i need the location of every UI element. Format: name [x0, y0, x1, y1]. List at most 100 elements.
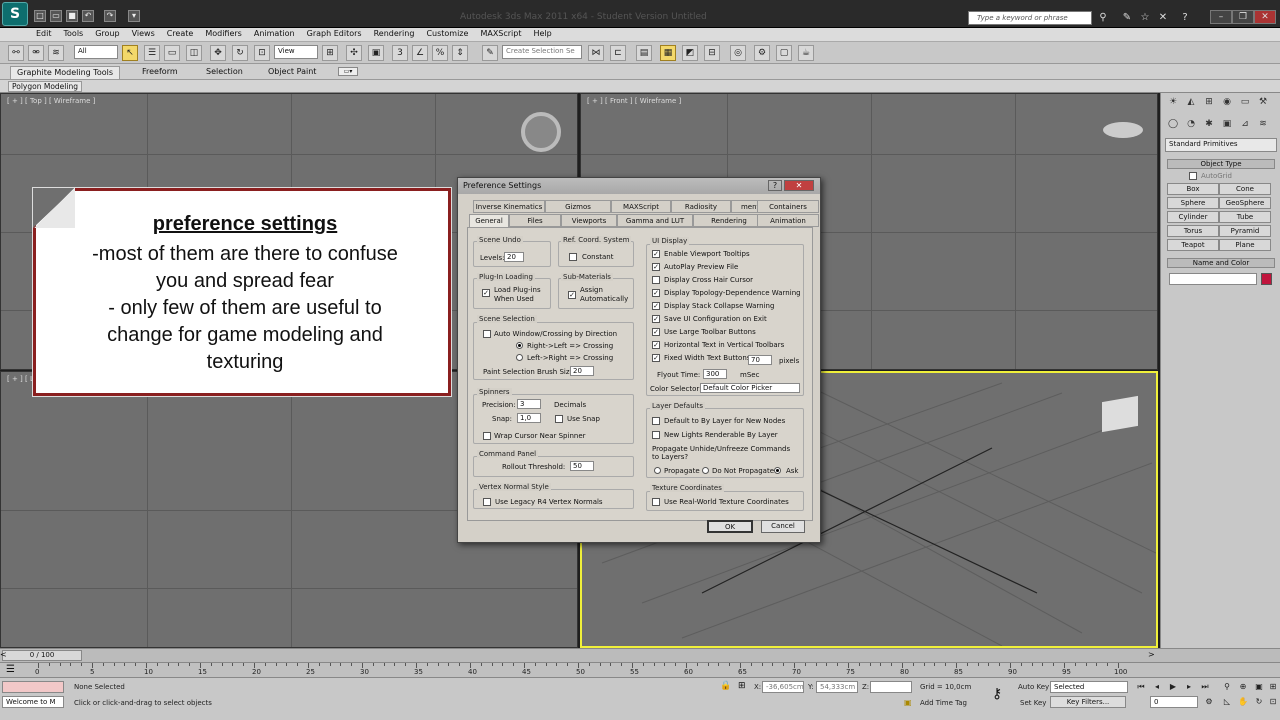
curve-editor-icon[interactable]: ◩	[682, 45, 698, 61]
reference-coord-dropdown[interactable]: View	[274, 45, 318, 59]
select-manipulate-icon[interactable]: ✣	[346, 45, 362, 61]
z-coordinate-field[interactable]	[870, 681, 912, 693]
ui-display-option[interactable]: ✓ Save UI Configuration on Exit	[652, 314, 802, 327]
menu-views[interactable]: Views	[126, 28, 161, 41]
scale-icon[interactable]: ⊡	[254, 45, 270, 61]
time-config-icon[interactable]: ⚙	[1202, 696, 1216, 708]
real-world-checkbox[interactable]	[652, 498, 660, 506]
ui-display-option[interactable]: ✓ AutoPlay Preview File	[652, 262, 802, 275]
tab-files[interactable]: Files	[509, 214, 561, 227]
redo-icon[interactable]: ↷	[104, 10, 116, 22]
viewport-top-label[interactable]: [ + ] [ Top ] [ Wireframe ]	[7, 97, 95, 105]
ui-display-checkbox[interactable]: ✓	[652, 328, 660, 336]
set-key-button[interactable]: Set Key	[1020, 699, 1046, 707]
pyramid-button[interactable]: Pyramid	[1219, 225, 1271, 237]
key-mode-dropdown[interactable]: Selected	[1050, 681, 1128, 693]
ui-display-checkbox[interactable]: ✓	[652, 341, 660, 349]
time-tag-icon[interactable]: ▣	[904, 698, 912, 707]
use-snap-checkbox[interactable]	[555, 415, 563, 423]
ui-display-checkbox[interactable]: ✓	[652, 315, 660, 323]
ui-display-option[interactable]: ✓ Horizontal Text in Vertical Toolbars	[652, 340, 802, 353]
open-file-icon[interactable]: ▭	[50, 10, 62, 22]
menu-create[interactable]: Create	[161, 28, 200, 41]
graphite-toggle-icon[interactable]: ▦	[660, 45, 676, 61]
primitive-type-dropdown[interactable]: Standard Primitives	[1165, 138, 1277, 152]
flyout-time-spinner[interactable]: 300	[703, 369, 727, 379]
absolute-mode-icon[interactable]: ⊞	[738, 681, 746, 691]
tab-radiosity[interactable]: Radiosity	[671, 200, 731, 213]
lights-icon[interactable]: ✱	[1201, 117, 1217, 131]
autogrid-checkbox[interactable]	[1189, 172, 1197, 180]
ok-button[interactable]: OK	[707, 520, 753, 533]
create-panel-icon[interactable]: ☀	[1165, 95, 1181, 109]
viewcube-perspective-icon[interactable]	[1102, 395, 1138, 433]
new-file-icon[interactable]: □	[34, 10, 46, 22]
tab-gamma-and-lut[interactable]: Gamma and LUT	[617, 214, 693, 227]
tab-gizmos[interactable]: Gizmos	[545, 200, 611, 213]
menu-animation[interactable]: Animation	[248, 28, 301, 41]
current-frame-field[interactable]: 0	[1150, 696, 1198, 708]
help-icon[interactable]: ?	[1178, 11, 1192, 25]
menu-edit[interactable]: Edit	[30, 28, 58, 41]
cancel-button[interactable]: Cancel	[761, 520, 805, 533]
go-to-start-icon[interactable]: ⏮	[1134, 681, 1148, 693]
tab-graphite-modeling-tools[interactable]: Graphite Modeling Tools	[10, 66, 121, 79]
previous-frame-icon[interactable]: ◂	[1150, 681, 1164, 693]
assign-automatically-checkbox[interactable]: ✓	[568, 291, 576, 299]
tab-selection[interactable]: Selection	[200, 66, 249, 79]
menu-graph-editors[interactable]: Graph Editors	[301, 28, 368, 41]
geometry-icon[interactable]: ◯	[1165, 117, 1181, 131]
render-icon[interactable]: ☕	[798, 45, 814, 61]
select-object-icon[interactable]: ↖	[122, 45, 138, 61]
menu-customize[interactable]: Customize	[420, 28, 474, 41]
schematic-view-icon[interactable]: ⊟	[704, 45, 720, 61]
viewcube-front-icon[interactable]	[1103, 122, 1143, 138]
zoom-extents-all-icon[interactable]: ⊞	[1266, 681, 1280, 693]
close-button[interactable]: ✕	[1254, 10, 1276, 24]
layer-manager-icon[interactable]: ▤	[636, 45, 652, 61]
menu-maxscript[interactable]: MAXScript	[474, 28, 527, 41]
ask-radio[interactable]	[774, 467, 781, 474]
pivot-center-icon[interactable]: ⊞	[322, 45, 338, 61]
time-slider[interactable]: 0 / 100 < >	[0, 648, 1280, 662]
orbit-icon[interactable]: ↻	[1252, 696, 1266, 708]
spinner-snap-icon[interactable]: ⇕	[452, 45, 468, 61]
prev-frame-icon[interactable]: <	[0, 650, 7, 659]
dialog-close-button[interactable]: ✕	[784, 180, 814, 191]
lock-selection-icon[interactable]: 🔒	[720, 681, 731, 691]
time-slider-thumb[interactable]: 0 / 100	[2, 650, 82, 661]
menu-help[interactable]: Help	[528, 28, 558, 41]
bind-space-warp-icon[interactable]: ≋	[48, 45, 64, 61]
modify-panel-icon[interactable]: ◭	[1183, 95, 1199, 109]
maxscript-listener-mini[interactable]	[2, 681, 64, 693]
restore-button[interactable]: ❐	[1232, 10, 1254, 24]
rollout-threshold-spinner[interactable]: 50	[570, 461, 594, 471]
tab-inverse-kinematics[interactable]: Inverse Kinematics	[473, 200, 545, 213]
selection-filter-dropdown[interactable]: All	[74, 45, 118, 59]
constant-checkbox[interactable]	[569, 253, 577, 261]
render-setup-icon[interactable]: ⚙	[754, 45, 770, 61]
menu-modifiers[interactable]: Modifiers	[199, 28, 248, 41]
align-icon[interactable]: ⊏	[610, 45, 626, 61]
project-icon[interactable]: ▾	[128, 10, 140, 22]
communication-center-icon[interactable]: ✎	[1120, 11, 1134, 25]
y-coordinate-field[interactable]: 54,333cm	[816, 681, 858, 693]
save-icon[interactable]: ■	[66, 10, 78, 22]
precision-spinner[interactable]: 3	[517, 399, 541, 409]
new-lights-checkbox[interactable]	[652, 431, 660, 439]
auto-key-button[interactable]: Auto Key	[1018, 683, 1049, 691]
ui-display-checkbox[interactable]: ✓	[652, 250, 660, 258]
cameras-icon[interactable]: ▣	[1219, 117, 1235, 131]
left-right-radio[interactable]	[516, 354, 523, 361]
object-type-rollout[interactable]: Object Type	[1167, 159, 1275, 169]
ui-display-option[interactable]: ✓ Enable Viewport Tooltips	[652, 249, 802, 262]
undo-levels-spinner[interactable]: 20	[504, 252, 524, 262]
mini-curve-editor-icon[interactable]: ☰	[6, 664, 15, 675]
snap-spinner[interactable]: 1,0	[517, 413, 541, 423]
app-logo-icon[interactable]: S	[2, 2, 28, 26]
teapot-button[interactable]: Teapot	[1167, 239, 1219, 251]
wrap-cursor-checkbox[interactable]	[483, 432, 491, 440]
plane-button[interactable]: Plane	[1219, 239, 1271, 251]
pan-icon[interactable]: ✋	[1236, 696, 1250, 708]
color-selector-dropdown[interactable]: Default Color Picker	[700, 383, 800, 393]
